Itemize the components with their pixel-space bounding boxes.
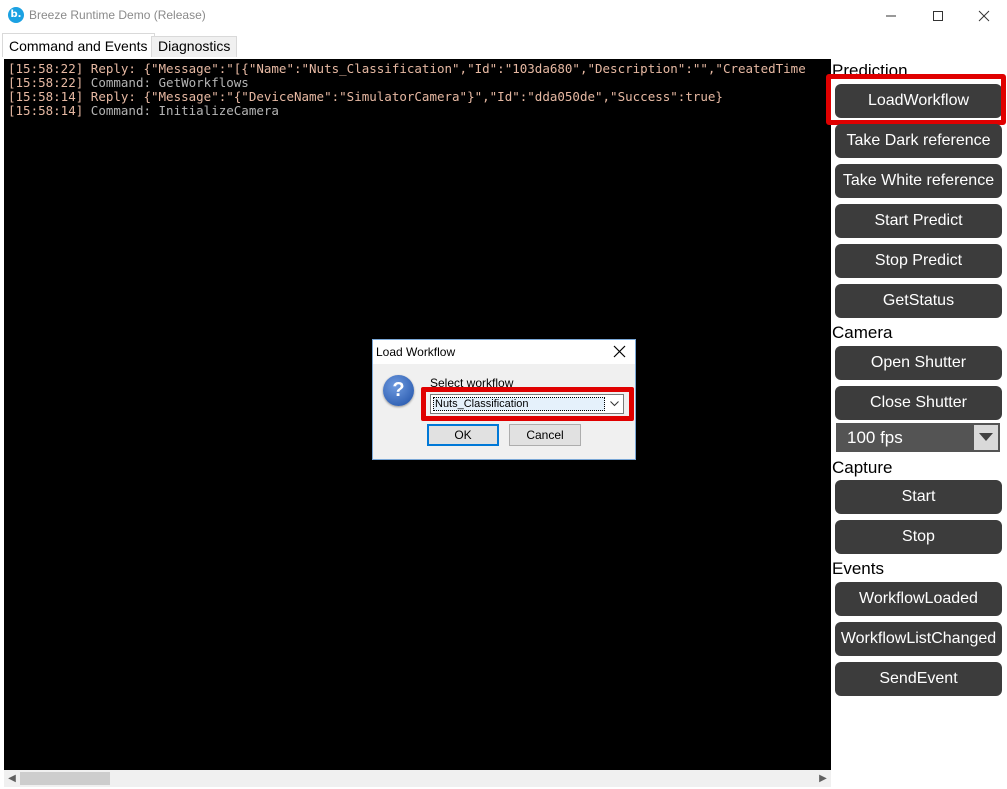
- scroll-right-icon[interactable]: ▶: [815, 770, 831, 787]
- fps-value: 100 fps: [847, 428, 903, 447]
- capture-stop-button[interactable]: Stop: [835, 520, 1002, 554]
- minimize-icon: [886, 15, 896, 17]
- capture-start-button[interactable]: Start: [835, 480, 1002, 514]
- take-white-reference-button[interactable]: Take White reference: [835, 164, 1002, 198]
- section-capture-label: Capture: [832, 458, 893, 477]
- horizontal-scrollbar[interactable]: ◀ ▶: [4, 770, 831, 787]
- get-status-button[interactable]: GetStatus: [835, 284, 1002, 318]
- workflow-list-changed-button[interactable]: WorkflowListChanged: [835, 622, 1002, 656]
- maximize-button[interactable]: [915, 0, 961, 31]
- minimize-button[interactable]: [868, 0, 914, 31]
- workflow-select-highlight: [421, 387, 634, 421]
- scroll-left-icon[interactable]: ◀: [4, 770, 20, 787]
- maximize-icon: [933, 11, 943, 21]
- open-shutter-button[interactable]: Open Shutter: [835, 346, 1002, 380]
- close-shutter-button[interactable]: Close Shutter: [835, 386, 1002, 420]
- chevron-down-icon: [979, 433, 993, 441]
- section-camera-label: Camera: [832, 323, 893, 342]
- cancel-button[interactable]: Cancel: [509, 424, 581, 446]
- dialog-title: Load Workflow: [376, 345, 456, 359]
- section-events-label: Events: [832, 559, 884, 578]
- take-dark-reference-button[interactable]: Take Dark reference: [835, 124, 1002, 158]
- stop-predict-button[interactable]: Stop Predict: [835, 244, 1002, 278]
- window-title: Breeze Runtime Demo (Release): [29, 8, 206, 22]
- ok-button[interactable]: OK: [427, 424, 499, 446]
- tab-bar: Command and Events Diagnostics: [0, 31, 1007, 57]
- load-workflow-highlight: [826, 74, 1006, 125]
- log-line: [15:58:22] Command: GetWorkflows: [8, 75, 249, 90]
- fps-dropdown-button[interactable]: [974, 425, 998, 450]
- app-logo-icon: b.: [8, 7, 24, 23]
- question-icon: ?: [383, 375, 414, 406]
- tab-command-and-events[interactable]: Command and Events: [2, 33, 155, 57]
- close-window-button[interactable]: [961, 0, 1007, 31]
- scrollbar-thumb[interactable]: [20, 772, 110, 785]
- log-line: [15:58:14] Command: InitializeCamera: [8, 103, 279, 118]
- workflow-loaded-button[interactable]: WorkflowLoaded: [835, 582, 1002, 616]
- title-bar: b. Breeze Runtime Demo (Release): [0, 0, 1007, 31]
- send-event-button[interactable]: SendEvent: [835, 662, 1002, 696]
- tab-diagnostics[interactable]: Diagnostics: [151, 36, 238, 57]
- dialog-titlebar: Load Workflow: [373, 340, 635, 364]
- close-icon: [978, 10, 990, 22]
- log-line: [15:58:14] Reply: {"Message":"{"DeviceNa…: [8, 89, 723, 104]
- fps-select[interactable]: 100 fps: [836, 423, 1000, 452]
- dialog-close-icon[interactable]: [613, 345, 626, 358]
- log-line: [15:58:22] Reply: {"Message":"[{"Name":"…: [8, 61, 806, 76]
- start-predict-button[interactable]: Start Predict: [835, 204, 1002, 238]
